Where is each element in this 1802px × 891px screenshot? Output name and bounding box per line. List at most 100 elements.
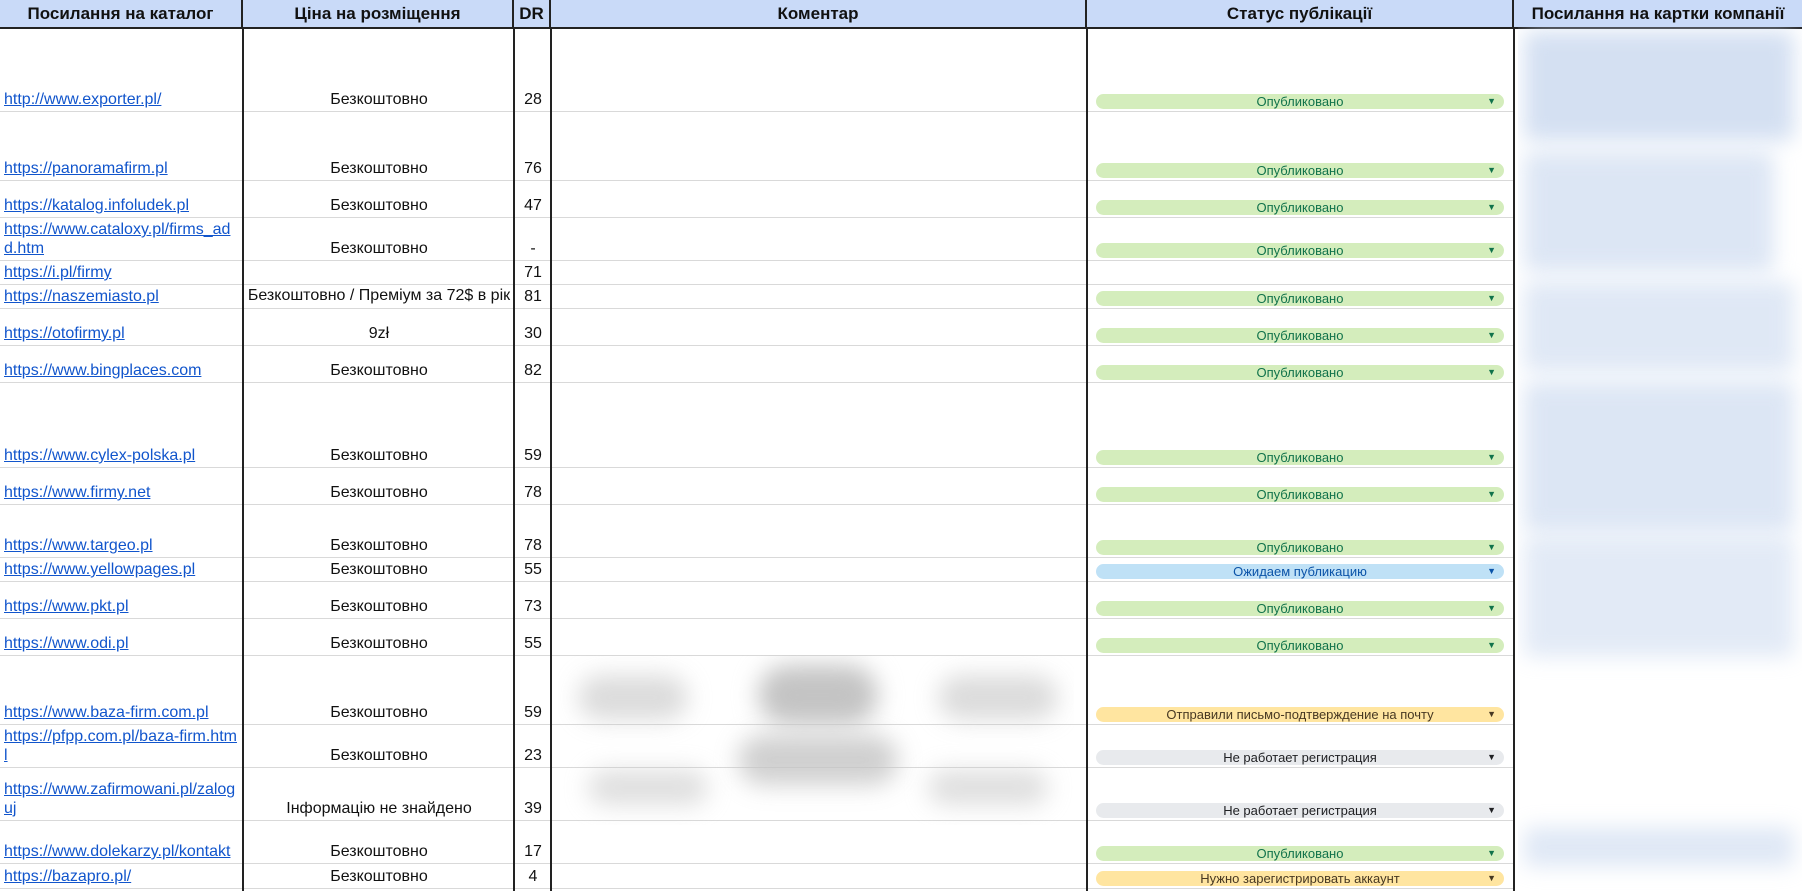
catalog-link[interactable]: https://www.targeo.pl [4,536,240,555]
dr-cell: 78 [524,484,542,501]
status-label: Опубликовано [1256,846,1344,861]
header-catalog[interactable]: Посилання на каталог [0,0,243,27]
status-label: Опубликовано [1256,487,1344,502]
catalog-link[interactable]: https://www.bingplaces.com [4,361,240,380]
status-label: Опубликовано [1256,450,1344,465]
header-dr[interactable]: DR [514,0,551,27]
table-row: https://www.cylex-polska.pl Безкоштовно … [0,383,1514,468]
status-label: Опубликовано [1256,291,1344,306]
dr-cell: 59 [524,704,542,721]
status-dropdown[interactable]: Опубликовано ▼ [1096,638,1504,653]
table-row: https://otofirmy.pl 9zł 30 Опубликовано ▼ [0,309,1514,346]
blur-blob [588,770,708,805]
status-dropdown[interactable]: Не работает регистрация ▼ [1096,750,1504,765]
dr-cell: - [530,240,536,257]
dr-cell: 81 [524,288,542,305]
catalog-link[interactable]: https://www.dolekarzy.pl/kontakt [4,842,240,861]
blur-blob [1524,382,1794,532]
status-dropdown[interactable]: Опубликовано ▼ [1096,846,1504,861]
status-dropdown[interactable]: Опубликовано ▼ [1096,450,1504,465]
column-divider [242,27,244,891]
catalog-link[interactable]: https://otofirmy.pl [4,324,240,343]
chevron-down-icon: ▼ [1487,805,1496,815]
table-row: https://www.targeo.pl Безкоштовно 78 Опу… [0,505,1514,558]
chevron-down-icon: ▼ [1487,542,1496,552]
dr-cell: 39 [524,800,542,817]
dr-cell: 47 [524,197,542,214]
table-row: http://www.exporter.pl/ Безкоштовно 28 О… [0,29,1514,112]
chevron-down-icon: ▼ [1487,202,1496,212]
header-price[interactable]: Ціна на розміщення [243,0,514,27]
header-comment[interactable]: Коментар [551,0,1087,27]
catalog-link[interactable]: https://i.pl/firmy [4,263,240,282]
blur-blob [928,770,1048,805]
status-label: Опубликовано [1256,328,1344,343]
catalog-link[interactable]: https://www.odi.pl [4,634,240,653]
table-row: https://www.cataloxy.pl/firms_add.htm Бе… [0,218,1514,261]
table-row: https://www.pkt.pl Безкоштовно 73 Опубли… [0,582,1514,619]
status-dropdown[interactable]: Опубликовано ▼ [1096,163,1504,178]
status-dropdown[interactable]: Не работает регистрация ▼ [1096,803,1504,818]
chevron-down-icon: ▼ [1487,873,1496,883]
dr-cell: 76 [524,160,542,177]
price-cell: Безкоштовно [330,240,428,257]
blurred-comment-area [558,655,1074,825]
price-cell: Безкоштовно [330,843,428,860]
catalog-link[interactable]: https://bazapro.pl/ [4,867,240,886]
blur-blob [1524,537,1794,657]
table-row: https://www.dolekarzy.pl/kontakt Безкошт… [0,821,1514,864]
catalog-link[interactable]: https://naszemiasto.pl [4,287,240,306]
status-dropdown[interactable]: Опубликовано ▼ [1096,487,1504,502]
catalog-link[interactable]: https://www.yellowpages.pl [4,560,240,579]
status-label: Опубликовано [1256,200,1344,215]
price-cell: Безкоштовно [330,484,428,501]
status-label: Опубликовано [1256,540,1344,555]
table-row: https://i.pl/firmy Безкоштовно / Преміум… [0,261,1514,304]
status-dropdown[interactable]: Опубликовано ▼ [1096,200,1504,215]
dr-cell: 17 [524,843,542,860]
status-dropdown[interactable]: Нужно зарегистрировать аккаунт ▼ [1096,871,1504,886]
catalog-link[interactable]: https://www.firmy.net [4,483,240,502]
status-dropdown[interactable]: Опубликовано ▼ [1096,243,1504,258]
status-dropdown[interactable]: Опубликовано ▼ [1096,365,1504,380]
status-label: Опубликовано [1256,601,1344,616]
blur-blob [1524,31,1794,141]
catalog-link[interactable]: https://www.cataloxy.pl/firms_add.htm [4,220,240,258]
status-dropdown[interactable]: Опубликовано ▼ [1096,94,1504,109]
chevron-down-icon: ▼ [1487,848,1496,858]
status-label: Ожидаем публикацию [1233,564,1367,579]
dr-cell: 55 [524,635,542,652]
catalog-link[interactable]: https://www.pkt.pl [4,597,240,616]
table-row: https://www.odi.pl Безкоштовно 55 Опубли… [0,619,1514,656]
blur-blob [938,675,1058,720]
price-cell: Безкоштовно [330,537,428,554]
table-row: https://naszemiasto.pl 81 Опубликовано ▼ [0,285,1514,309]
header-status[interactable]: Статус публікації [1087,0,1514,27]
catalog-link[interactable]: http://www.exporter.pl/ [4,90,240,109]
catalog-link[interactable]: https://pfpp.com.pl/baza-firm.html [4,727,240,765]
catalog-link[interactable]: https://www.zafirmowani.pl/zaloguj [4,780,240,818]
dr-cell: 71 [524,264,542,281]
header-cards[interactable]: Посилання на картки компанії [1514,0,1802,27]
status-label: Опубликовано [1256,94,1344,109]
price-cell: Безкоштовно [330,160,428,177]
status-dropdown[interactable]: Опубликовано ▼ [1096,328,1504,343]
status-dropdown[interactable]: Опубликовано ▼ [1096,291,1504,306]
chevron-down-icon: ▼ [1487,367,1496,377]
dr-cell: 30 [524,325,542,342]
price-cell: Безкоштовно [330,561,428,578]
blur-blob [1524,152,1774,272]
status-dropdown[interactable]: Отправили письмо-подтверждение на почту ▼ [1096,707,1504,722]
catalog-link[interactable]: https://www.baza-firm.com.pl [4,703,240,722]
status-dropdown[interactable]: Опубликовано ▼ [1096,601,1504,616]
status-dropdown[interactable]: Ожидаем публикацию ▼ [1096,564,1504,579]
catalog-link[interactable]: https://katalog.infoludek.pl [4,196,240,215]
status-label: Нужно зарегистрировать аккаунт [1200,871,1400,886]
table-row: https://www.firmy.net Безкоштовно 78 Опу… [0,468,1514,505]
chevron-down-icon: ▼ [1487,452,1496,462]
column-divider [513,27,515,891]
status-dropdown[interactable]: Опубликовано ▼ [1096,540,1504,555]
price-cell: Безкоштовно [330,447,428,464]
catalog-link[interactable]: https://www.cylex-polska.pl [4,446,240,465]
catalog-link[interactable]: https://panoramafirm.pl [4,159,240,178]
